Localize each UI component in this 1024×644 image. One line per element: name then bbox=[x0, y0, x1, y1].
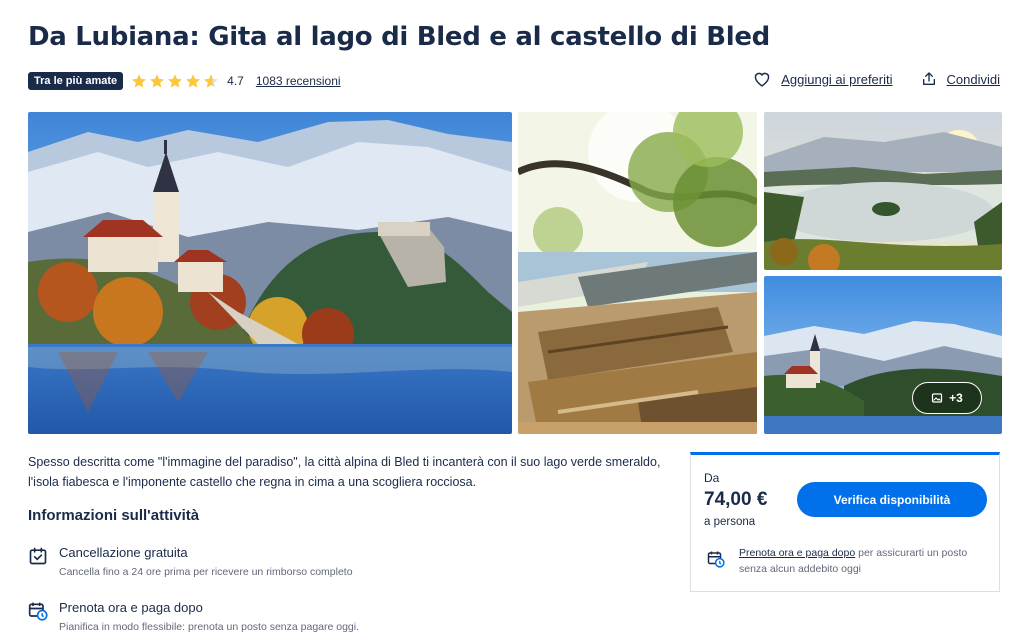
add-to-wishlist-button[interactable]: Aggiungi ai preferiti bbox=[753, 71, 893, 87]
reviews-link[interactable]: 1083 recensioni bbox=[256, 74, 341, 88]
heart-icon bbox=[754, 72, 770, 87]
reserve-later-link[interactable]: Prenota ora e paga dopo bbox=[739, 547, 855, 559]
rating-row: Tra le più amate 4.7 1083 recensioni bbox=[28, 71, 341, 91]
share-button[interactable]: Condividi bbox=[921, 71, 1000, 87]
share-icon bbox=[922, 72, 935, 85]
gallery-photo-2[interactable] bbox=[518, 112, 757, 434]
gallery-photo-4[interactable]: +3 bbox=[764, 276, 1002, 434]
rating-value: 4.7 bbox=[227, 74, 244, 88]
booking-card: Da 74,00 € a persona Verifica disponibil… bbox=[690, 452, 1000, 592]
calendar-check-icon bbox=[29, 547, 47, 565]
reserve-later-note: Prenota ora e paga dopo per assicurarti … bbox=[707, 545, 989, 577]
add-to-wishlist-label: Aggiungi ai preferiti bbox=[781, 71, 893, 87]
image-gallery-icon bbox=[932, 393, 943, 403]
photo-lake-sunset bbox=[764, 112, 1002, 270]
price-value: 74,00 € bbox=[704, 489, 768, 510]
check-availability-button[interactable]: Verifica disponibilità bbox=[797, 482, 987, 517]
feature-subtitle: Pianifica in modo flessibile: prenota un… bbox=[59, 621, 360, 633]
more-photos-label: +3 bbox=[949, 391, 963, 405]
photo-lake-bled-church bbox=[28, 112, 512, 434]
price-from-label: Da bbox=[704, 471, 720, 485]
feature-title: Cancellazione gratuita bbox=[59, 545, 188, 560]
top-rated-badge: Tra le più amate bbox=[28, 72, 124, 90]
calendar-clock-icon bbox=[28, 602, 48, 621]
star-icon bbox=[132, 74, 147, 88]
feature-subtitle: Cancella fino a 24 ore prima per ricever… bbox=[59, 566, 353, 578]
rating-stars bbox=[131, 73, 221, 89]
feature-title: Prenota ora e paga dopo bbox=[59, 600, 203, 615]
star-icon bbox=[150, 74, 165, 88]
calendar-clock-icon bbox=[707, 551, 725, 568]
feature-reserve-now-pay-later: Prenota ora e paga dopo Pianifica in mod… bbox=[28, 600, 359, 633]
photo-pletna-boats bbox=[518, 112, 757, 434]
star-icon bbox=[186, 74, 201, 88]
page-title: Da Lubiana: Gita al lago di Bled e al ca… bbox=[28, 22, 770, 52]
share-label: Condividi bbox=[946, 71, 1000, 87]
feature-free-cancellation: Cancellazione gratuita Cancella fino a 2… bbox=[28, 545, 353, 578]
gallery-main-photo[interactable] bbox=[28, 112, 512, 434]
activity-description: Spesso descritta come "l'immagine del pa… bbox=[28, 455, 661, 489]
price-per-label: a persona bbox=[704, 516, 756, 528]
more-photos-button[interactable]: +3 bbox=[912, 382, 982, 414]
activity-info-heading: Informazioni sull'attività bbox=[28, 507, 200, 524]
gallery-photo-3[interactable] bbox=[764, 112, 1002, 270]
star-icon bbox=[168, 74, 183, 88]
half-star-icon bbox=[204, 74, 219, 88]
header-actions: Aggiungi ai preferiti Condividi bbox=[753, 71, 1000, 87]
